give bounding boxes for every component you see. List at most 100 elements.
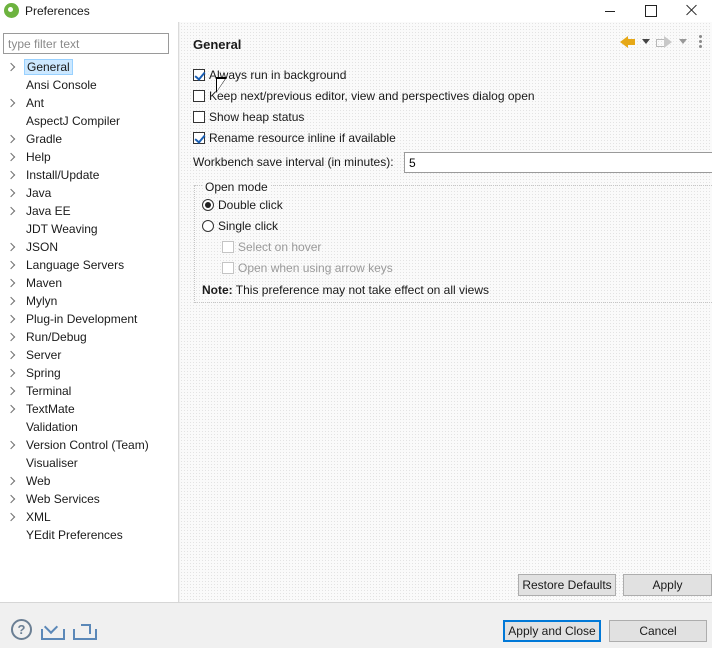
chevron-right-icon[interactable] bbox=[6, 350, 16, 360]
chevron-right-icon[interactable] bbox=[6, 386, 16, 396]
double-click-option[interactable]: Double click bbox=[202, 197, 283, 215]
tree-item-label: Install/Update bbox=[26, 168, 100, 182]
restore-defaults-button[interactable]: Restore Defaults bbox=[518, 574, 616, 596]
apply-and-close-button[interactable]: Apply and Close bbox=[503, 620, 601, 642]
filter-input[interactable] bbox=[3, 33, 169, 54]
tree-item[interactable]: XML bbox=[0, 509, 178, 527]
tree-item-label: YEdit Preferences bbox=[26, 528, 123, 542]
chevron-right-icon[interactable] bbox=[6, 260, 16, 270]
tree-item[interactable]: Spring bbox=[0, 365, 178, 383]
tree-item[interactable]: Version Control (Team) bbox=[0, 437, 178, 455]
tree-item[interactable]: YEdit Preferences bbox=[0, 527, 178, 545]
keep-next-previous-checkbox[interactable] bbox=[193, 90, 205, 102]
tree-item[interactable]: AspectJ Compiler bbox=[0, 113, 178, 131]
tree-item-label: JDT Weaving bbox=[26, 222, 98, 236]
tree-item-label: Validation bbox=[26, 420, 78, 434]
tree-item-label: TextMate bbox=[26, 402, 75, 416]
chevron-right-icon[interactable] bbox=[6, 152, 16, 162]
tree-item[interactable]: JSON bbox=[0, 239, 178, 257]
tree-item-label: JSON bbox=[26, 240, 59, 254]
tree-item-label: General bbox=[24, 59, 73, 75]
chevron-right-icon[interactable] bbox=[6, 296, 16, 306]
tree-item[interactable]: Run/Debug bbox=[0, 329, 178, 347]
forward-history-dropdown-icon[interactable] bbox=[679, 35, 687, 49]
always-run-background-checkbox[interactable] bbox=[193, 69, 205, 81]
tree-item-label: Java EE bbox=[26, 204, 71, 218]
single-click-radio[interactable] bbox=[202, 220, 214, 232]
preference-tree: General Ansi Console Ant AspectJ Compiler Gr… bbox=[0, 59, 178, 545]
tree-item[interactable]: Ansi Console bbox=[0, 77, 178, 95]
tree-item[interactable]: Ant bbox=[0, 95, 178, 113]
tree-item-label: Plug-in Development bbox=[26, 312, 138, 326]
minimize-button[interactable] bbox=[590, 0, 630, 22]
tree-item[interactable]: Server bbox=[0, 347, 178, 365]
tree-item[interactable]: General bbox=[0, 59, 178, 77]
app-icon bbox=[4, 3, 19, 18]
tree-item[interactable]: JDT Weaving bbox=[0, 221, 178, 239]
select-on-hover-option: Select on hover bbox=[222, 239, 321, 257]
double-click-radio[interactable] bbox=[202, 199, 214, 211]
always-run-background-label: Always run in background bbox=[209, 68, 347, 82]
tree-item-label: Server bbox=[26, 348, 62, 362]
chevron-right-icon[interactable] bbox=[6, 368, 16, 378]
close-window-button[interactable] bbox=[672, 0, 712, 22]
tree-item[interactable]: Java bbox=[0, 185, 178, 203]
tree-item[interactable]: Help bbox=[0, 149, 178, 167]
chevron-right-icon[interactable] bbox=[6, 440, 16, 450]
tree-item[interactable]: Java EE bbox=[0, 203, 178, 221]
tree-item[interactable]: Web bbox=[0, 473, 178, 491]
chevron-right-icon[interactable] bbox=[6, 170, 16, 180]
tree-item[interactable]: Plug-in Development bbox=[0, 311, 178, 329]
chevron-right-icon[interactable] bbox=[6, 62, 16, 72]
chevron-right-icon[interactable] bbox=[6, 242, 16, 252]
chevron-right-icon[interactable] bbox=[6, 314, 16, 324]
tree-item[interactable]: Install/Update bbox=[0, 167, 178, 185]
cancel-button[interactable]: Cancel bbox=[609, 620, 707, 642]
import-icon[interactable] bbox=[41, 622, 65, 640]
show-heap-status-option[interactable]: Show heap status bbox=[193, 109, 304, 127]
tree-item-label: Web bbox=[26, 474, 51, 488]
note-text: This preference may not take effect on a… bbox=[232, 283, 490, 297]
chevron-right-icon[interactable] bbox=[6, 512, 16, 522]
tree-item[interactable]: Language Servers bbox=[0, 257, 178, 275]
tree-item-label: Maven bbox=[26, 276, 63, 290]
tree-item[interactable]: Validation bbox=[0, 419, 178, 437]
keep-next-previous-option[interactable]: Keep next/previous editor, view and pers… bbox=[193, 88, 535, 106]
tree-item-label: Mylyn bbox=[26, 294, 58, 308]
open-arrow-keys-label: Open when using arrow keys bbox=[238, 261, 393, 275]
single-click-option[interactable]: Single click bbox=[202, 218, 278, 236]
tree-item[interactable]: Web Services bbox=[0, 491, 178, 509]
view-menu-icon[interactable] bbox=[697, 35, 703, 49]
tree-item[interactable]: Maven bbox=[0, 275, 178, 293]
tree-item[interactable]: TextMate bbox=[0, 401, 178, 419]
chevron-right-icon[interactable] bbox=[6, 494, 16, 504]
rename-inline-checkbox[interactable] bbox=[193, 132, 205, 144]
apply-button[interactable]: Apply bbox=[623, 574, 712, 596]
chevron-right-icon[interactable] bbox=[6, 206, 16, 216]
tree-item[interactable]: Terminal bbox=[0, 383, 178, 401]
forward-icon[interactable] bbox=[656, 35, 672, 49]
save-interval-input[interactable] bbox=[404, 152, 712, 173]
chevron-right-icon[interactable] bbox=[6, 404, 16, 414]
tree-item[interactable]: Gradle bbox=[0, 131, 178, 149]
rename-inline-option[interactable]: Rename resource inline if available bbox=[193, 130, 396, 148]
chevron-right-icon[interactable] bbox=[6, 98, 16, 108]
keep-next-previous-label: Keep next/previous editor, view and pers… bbox=[209, 89, 535, 103]
chevron-right-icon[interactable] bbox=[6, 134, 16, 144]
export-icon[interactable] bbox=[73, 622, 97, 640]
back-history-dropdown-icon[interactable] bbox=[642, 35, 650, 49]
chevron-right-icon[interactable] bbox=[6, 476, 16, 486]
back-icon[interactable] bbox=[620, 35, 636, 49]
tree-item[interactable]: Visualiser bbox=[0, 455, 178, 473]
show-heap-status-checkbox[interactable] bbox=[193, 111, 205, 123]
title-bar: Preferences bbox=[0, 0, 712, 22]
help-icon[interactable]: ? bbox=[11, 619, 32, 640]
maximize-button[interactable] bbox=[631, 0, 671, 22]
tree-item-label: Version Control (Team) bbox=[26, 438, 149, 452]
tree-item[interactable]: Mylyn bbox=[0, 293, 178, 311]
chevron-right-icon[interactable] bbox=[6, 278, 16, 288]
dialog-footer: ? Apply and Close Cancel bbox=[0, 602, 712, 648]
tree-item-label: Visualiser bbox=[26, 456, 78, 470]
chevron-right-icon[interactable] bbox=[6, 188, 16, 198]
chevron-right-icon[interactable] bbox=[6, 332, 16, 342]
